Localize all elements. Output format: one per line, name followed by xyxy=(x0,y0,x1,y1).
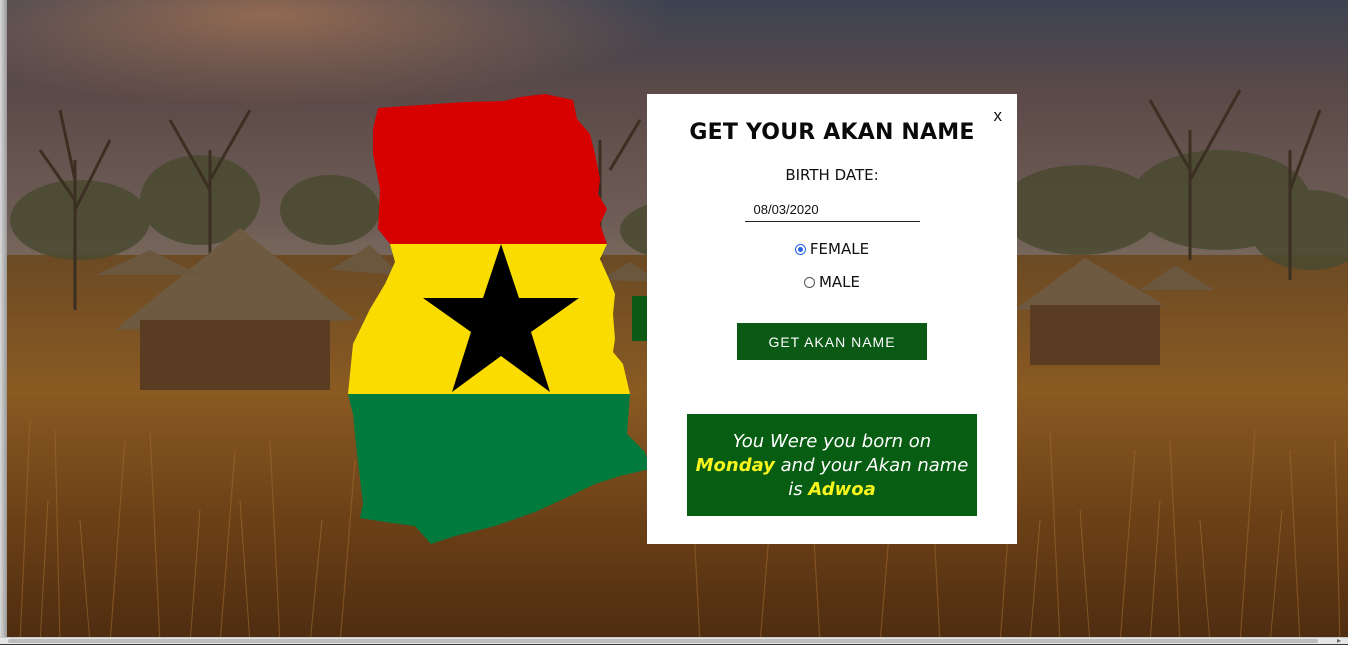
result-box: You Were you born on Monday and your Aka… xyxy=(687,414,977,516)
result-is-text: is xyxy=(788,479,803,500)
radio-option-female[interactable]: FEMALE xyxy=(647,238,1017,260)
female-label: FEMALE xyxy=(809,240,870,258)
get-akan-name-button[interactable]: GET AKAN NAME xyxy=(737,323,927,360)
result-day: Monday xyxy=(695,455,775,476)
flag-green-band xyxy=(348,394,650,544)
close-button[interactable]: x xyxy=(994,106,1003,126)
scroll-right-arrow-icon[interactable]: ▸ xyxy=(1334,637,1344,645)
male-label: MALE xyxy=(818,273,861,291)
female-radio-button[interactable] xyxy=(794,243,806,255)
modal-title: GET YOUR AKAN NAME xyxy=(689,120,975,145)
birth-date-label: BIRTH DATE: xyxy=(785,166,879,184)
flag-red-band xyxy=(348,94,650,244)
akan-name-modal: x GET YOUR AKAN NAME BIRTH DATE: FEMALE … xyxy=(647,94,1017,544)
radio-option-male[interactable]: MALE xyxy=(647,271,1017,293)
result-intro-text: You Were you born on xyxy=(732,431,932,452)
result-akan-name: Adwoa xyxy=(808,479,876,500)
window-left-edge xyxy=(0,0,7,644)
result-middle-text: and your Akan name xyxy=(780,455,969,476)
ghana-flag-map xyxy=(345,94,650,546)
scrollbar-thumb[interactable] xyxy=(8,639,1318,643)
horizontal-scrollbar[interactable]: ▸ xyxy=(0,637,1348,645)
birth-date-input[interactable] xyxy=(744,198,920,222)
male-radio-button[interactable] xyxy=(803,276,815,288)
